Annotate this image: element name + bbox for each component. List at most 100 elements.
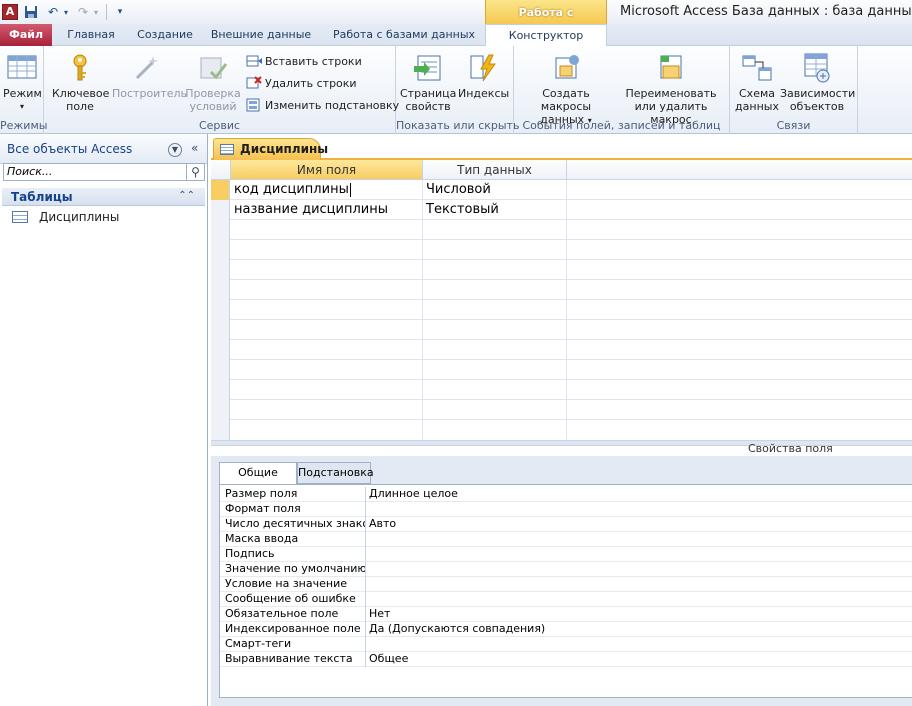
undo-icon[interactable]: ↶	[44, 3, 62, 21]
insert-rows-button[interactable]: Вставить строки	[246, 54, 362, 68]
indexes-button[interactable]: Индексы	[458, 52, 509, 100]
nav-group-label: Таблицы	[11, 190, 73, 204]
row-selector[interactable]	[211, 200, 230, 220]
key-icon	[64, 52, 96, 84]
group-label-tools: Сервис	[198, 119, 241, 132]
nav-item-label: Дисциплины	[39, 210, 120, 224]
qat-separator	[106, 4, 107, 20]
data-macro-icon	[550, 52, 582, 84]
table-row[interactable]	[211, 220, 912, 240]
builder-button[interactable]: Построитель	[112, 52, 187, 100]
relationships-button[interactable]: Схема данных	[734, 52, 780, 113]
create-data-macros-button[interactable]: Создать макросы данных ▾	[518, 52, 614, 127]
property-row[interactable]: Индексированное поле Да (Допускаются совп…	[220, 622, 912, 637]
collapse-pane-icon[interactable]: «	[191, 141, 198, 155]
object-dependencies-button[interactable]: Зависимости объектов	[780, 52, 855, 113]
search-input[interactable]: Поиск...	[3, 163, 187, 181]
table-icon	[12, 211, 28, 223]
design-grid: Имя поля Тип данных код дисциплины Число…	[211, 160, 912, 440]
document-tab-strip: Дисциплины	[211, 138, 912, 160]
nav-group-tables[interactable]: Таблицы ⌃⌃	[2, 188, 205, 206]
modify-lookups-button[interactable]: Изменить подстановку	[246, 98, 399, 112]
field-name-cell[interactable]: код дисциплины	[231, 180, 423, 200]
group-relationships: Схема данных Зависимости объектов Связи	[730, 46, 858, 134]
property-row[interactable]: Сообщение об ошибке	[220, 592, 912, 607]
navigation-pane: Все объекты Access ▼ « Поиск... ⚲ Таблиц…	[0, 134, 208, 706]
property-row[interactable]: Значение по умолчанию	[220, 562, 912, 577]
table-row[interactable]	[211, 340, 912, 360]
property-row[interactable]: Смарт-теги	[220, 637, 912, 652]
delete-rows-button[interactable]: Удалить строки	[246, 76, 357, 90]
property-sheet-icon	[412, 52, 444, 84]
group-show-hide: Страница свойств Индексы Показать или ск…	[396, 46, 520, 134]
tab-external-data[interactable]: Внешние данные	[210, 24, 312, 46]
undo-dropdown-icon[interactable]: ▾	[62, 3, 70, 21]
property-row[interactable]: Подпись	[220, 547, 912, 562]
nav-item-table[interactable]: Дисциплины	[12, 208, 119, 226]
save-icon[interactable]	[22, 3, 40, 21]
table-row[interactable]: название дисциплины Текстовый	[211, 200, 912, 220]
grid-corner	[211, 160, 231, 180]
property-row[interactable]: Условие на значение	[220, 577, 912, 592]
group-events: Создать макросы данных ▾ Переименовать и…	[514, 46, 730, 134]
property-row[interactable]: Формат поля	[220, 502, 912, 517]
nav-menu-dropdown-icon[interactable]: ▼	[168, 143, 182, 157]
column-header-field-name: Имя поля	[231, 160, 423, 180]
customize-qat-icon[interactable]: ▾	[111, 3, 129, 21]
tab-create[interactable]: Создание	[130, 24, 200, 46]
data-type-cell[interactable]: Текстовый	[423, 200, 567, 220]
rename-delete-macro-button[interactable]: Переименовать или удалить макрос	[614, 52, 728, 126]
tab-general[interactable]: Общие	[219, 462, 297, 485]
table-row[interactable]	[211, 260, 912, 280]
insert-rows-icon	[246, 54, 262, 68]
tab-database-tools[interactable]: Работа с базами данных	[330, 24, 478, 46]
nav-title[interactable]: Все объекты Access	[7, 142, 132, 156]
table-row[interactable]	[211, 420, 912, 440]
description-cell[interactable]	[567, 180, 912, 200]
window-title: Microsoft Access База данных : база данн…	[620, 4, 912, 19]
property-sheet-button[interactable]: Страница свойств	[400, 52, 456, 113]
property-row[interactable]: Маска ввода	[220, 532, 912, 547]
magic-wand-icon	[131, 52, 163, 84]
row-selector[interactable]	[211, 180, 230, 200]
data-type-cell[interactable]: Числовой	[423, 180, 567, 200]
field-name-cell[interactable]: название дисциплины	[231, 200, 423, 220]
access-app-icon[interactable]: A	[2, 4, 18, 20]
table-row[interactable]: код дисциплины Числовой	[211, 180, 912, 200]
document-tab[interactable]: Дисциплины	[213, 138, 328, 160]
table-row[interactable]	[211, 400, 912, 420]
table-row[interactable]	[211, 300, 912, 320]
description-cell[interactable]	[567, 200, 912, 220]
quick-access-toolbar: A ↶ ▾ ↷ ▾ ▾	[0, 0, 129, 24]
table-row[interactable]	[211, 280, 912, 300]
redo-icon[interactable]: ↷	[74, 3, 92, 21]
table-row[interactable]	[211, 360, 912, 380]
tab-designer[interactable]: Конструктор	[485, 24, 607, 47]
context-tab-title: Работа с таблицами	[485, 0, 607, 45]
document-area: Дисциплины Имя поля Тип данных код дисци…	[211, 134, 912, 706]
search-icon[interactable]: ⚲	[187, 163, 205, 181]
primary-key-button[interactable]: Ключевое поле	[52, 52, 109, 113]
view-button[interactable]: Режим ▾	[3, 52, 42, 113]
collapse-group-icon[interactable]: ⌃⌃	[178, 190, 195, 201]
property-row[interactable]: Обязательное поле Нет	[220, 607, 912, 622]
group-label-show-hide: Показать или скрыть	[396, 119, 520, 132]
validate-rules-button[interactable]: Проверка условий	[184, 52, 242, 113]
property-row[interactable]: Размер поля Длинное целое	[220, 487, 912, 502]
title-bar: A ↶ ▾ ↷ ▾ ▾ Работа с таблицами Microsoft…	[0, 0, 912, 45]
group-label-views: Режимы	[0, 119, 48, 132]
tab-home[interactable]: Главная	[62, 24, 120, 46]
property-row[interactable]: Число десятичных знаков Авто	[220, 517, 912, 532]
table-row[interactable]	[211, 320, 912, 340]
table-row[interactable]	[211, 380, 912, 400]
ribbon: Режим ▾ Режимы Ключевое поле Построитель…	[0, 46, 912, 134]
ribbon-tab-strip: Файл Главная Создание Внешние данные Раб…	[0, 24, 912, 47]
column-header-data-type: Тип данных	[423, 160, 567, 180]
redo-dropdown-icon[interactable]: ▾	[92, 3, 100, 21]
table-row[interactable]	[211, 240, 912, 260]
tab-lookup[interactable]: Подстановка	[297, 462, 374, 484]
tab-file[interactable]: Файл	[0, 24, 52, 46]
property-row[interactable]: Выравнивание текста Общее	[220, 652, 912, 667]
table-icon	[220, 144, 234, 155]
properties-table: Размер поля Длинное целое Формат поля Чис…	[219, 484, 912, 698]
